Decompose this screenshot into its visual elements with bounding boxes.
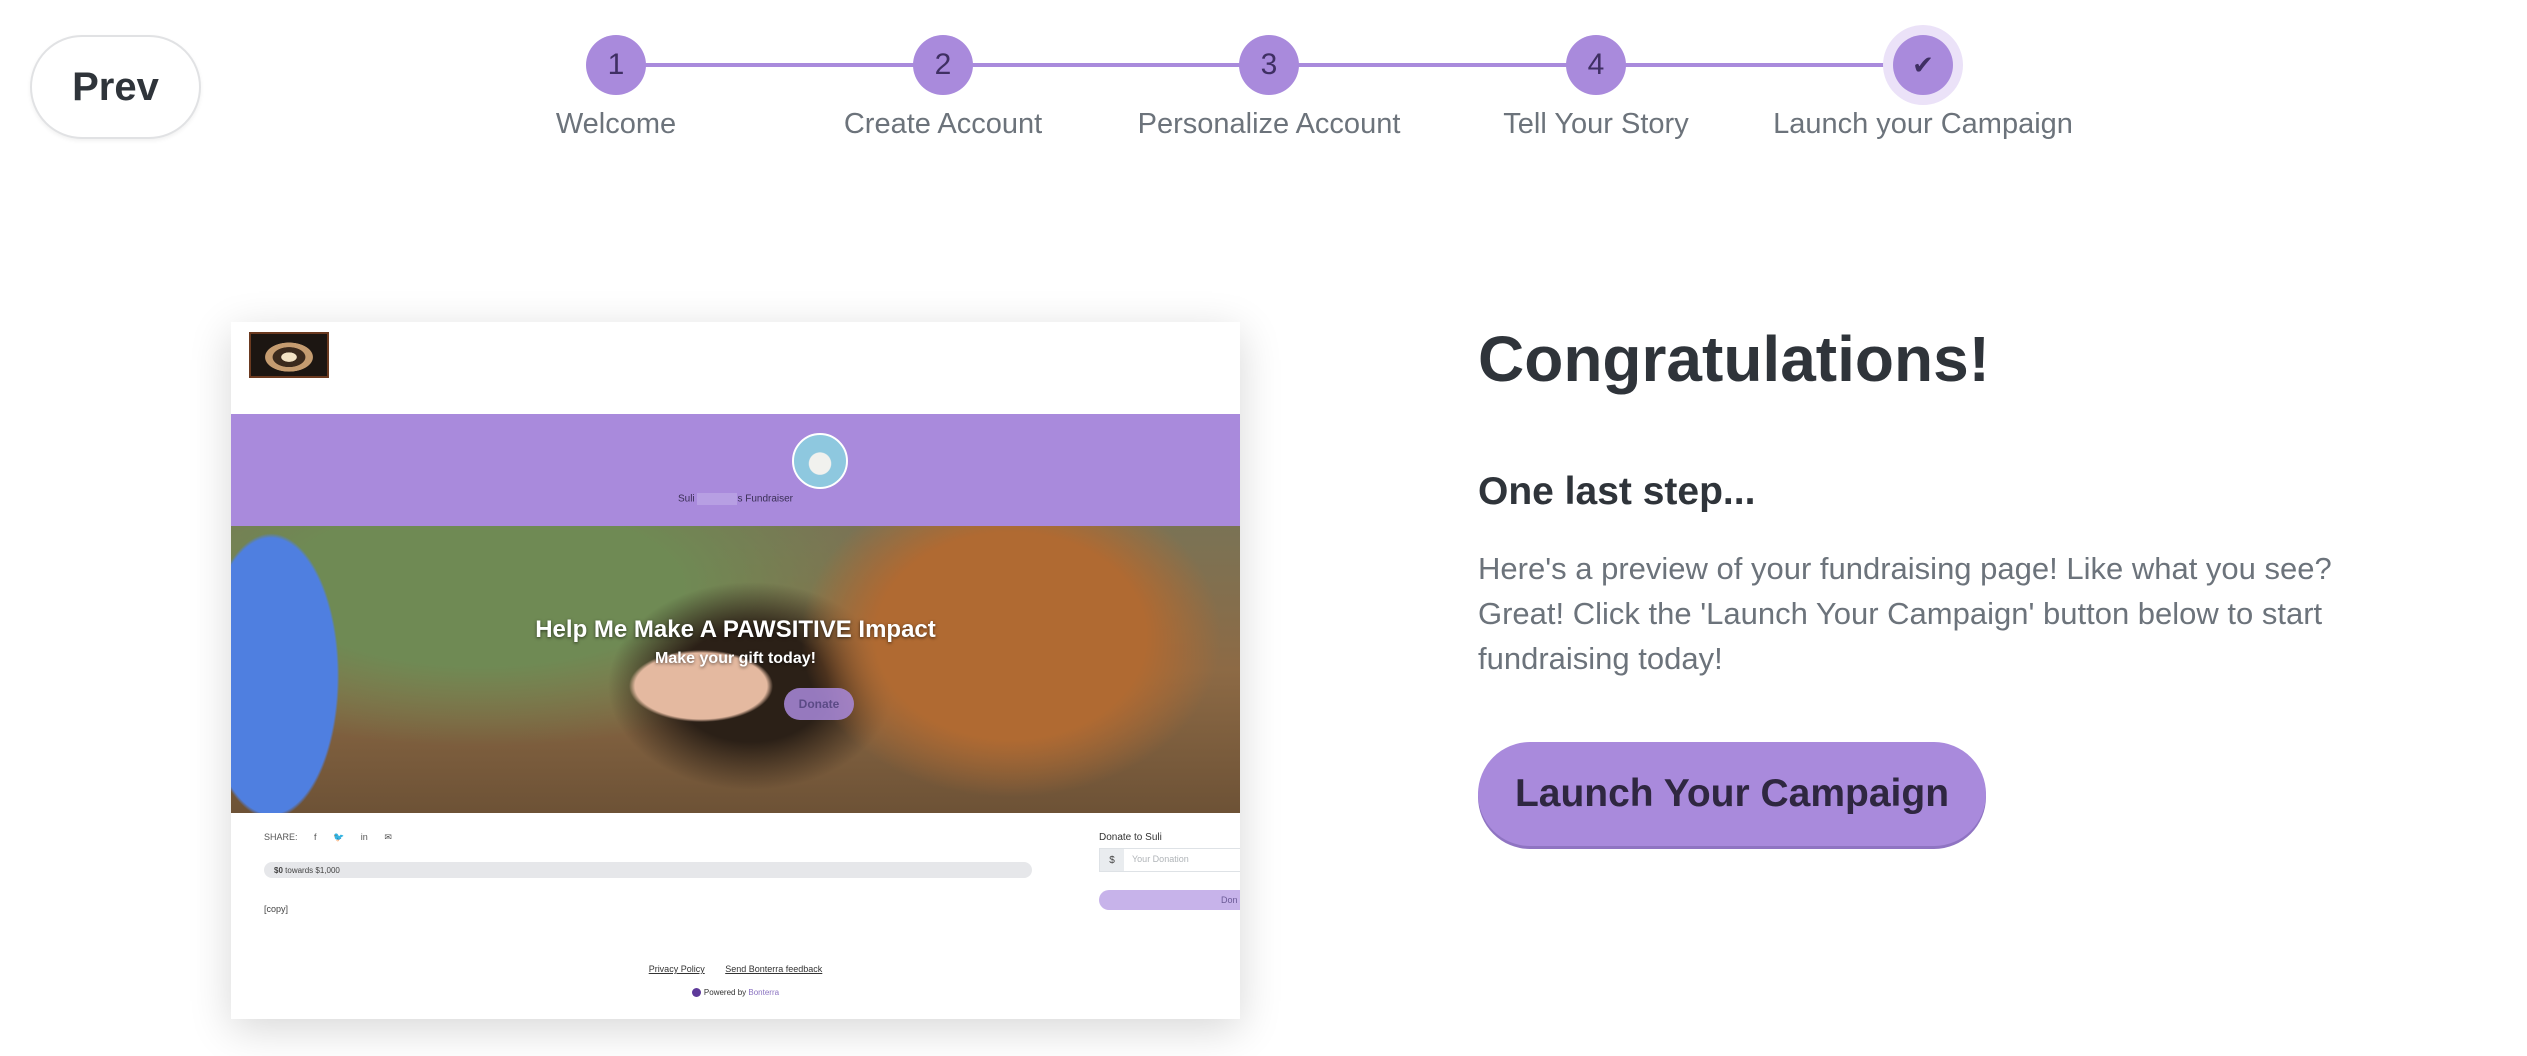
step-4-circle[interactable]: 4 [1566,35,1626,95]
description-text: Here's a preview of your fundraising pag… [1478,551,2332,676]
fundraiser-first-name: Suli [677,493,695,505]
linkedin-icon[interactable]: in [361,832,368,842]
preview-banner: Suli s Fundraiser [231,414,1240,526]
step-3-circle[interactable]: 3 [1239,35,1299,95]
prev-button[interactable]: Prev [30,35,201,139]
launch-campaign-button[interactable]: Launch Your Campaign [1478,742,1986,846]
fundraiser-name: Suli s Fundraiser [231,493,1240,505]
share-label: SHARE: [264,832,298,842]
organization-logo [249,332,329,378]
powered-by: Powered by Bonterra [231,988,1240,998]
share-bar: SHARE: f 🐦 in ✉ [264,832,406,843]
hero-title: Help Me Make A PAWSITIVE Impact [535,616,936,643]
facebook-icon[interactable]: f [314,832,317,842]
donation-amount-field[interactable]: $ Your Donation [1099,848,1240,872]
footer-links: Privacy Policy Send Bonterra feedback [231,964,1240,974]
redacted-name [697,493,738,505]
send-feedback-link[interactable]: Send Bonterra feedback [725,964,822,974]
currency-symbol: $ [1100,849,1124,871]
avatar [792,433,848,489]
step-3-label: Personalize Account [1137,108,1401,140]
step-4-label: Tell Your Story [1503,108,1689,140]
fundraiser-name-suffix: s Fundraiser [737,493,794,505]
donation-input-placeholder: Your Donation [1132,854,1189,864]
powered-by-brand: Bonterra [748,988,780,997]
fundraising-page-preview: Suli s Fundraiser Help Me Make A PAWSITI… [231,322,1240,1019]
powered-by-label: Powered by [703,988,747,997]
story-copy-placeholder: [copy] [264,904,289,914]
hero-donate-button[interactable]: Donate [784,688,854,720]
step-1-label: Welcome [555,108,677,140]
twitter-icon[interactable]: 🐦 [333,832,344,842]
hero-subtitle: Make your gift today! [655,650,816,667]
fundraising-progress-bar: $0 towards $1,000 [264,862,1032,878]
progress-goal-text: towards $1,000 [285,865,340,875]
sidebar-donate-button[interactable]: Don [1099,890,1240,910]
page-title: Congratulations! [1478,323,1990,395]
email-icon[interactable]: ✉ [384,832,392,842]
step-2-label: Create Account [843,108,1043,140]
privacy-policy-link[interactable]: Privacy Policy [649,964,705,974]
step-2-circle[interactable]: 2 [913,35,973,95]
section-subtitle: One last step... [1478,470,1756,513]
step-1-circle[interactable]: 1 [586,35,646,95]
step-5-label: Launch your Campaign [1773,108,2073,140]
progress-amount: $0 [274,865,283,875]
bonterra-logo-icon [691,988,701,998]
step-5-check-icon[interactable]: ✔ [1893,35,1953,95]
hero-image: Help Me Make A PAWSITIVE Impact Make you… [231,526,1240,813]
donate-to-label: Donate to Suli [1099,832,1162,843]
